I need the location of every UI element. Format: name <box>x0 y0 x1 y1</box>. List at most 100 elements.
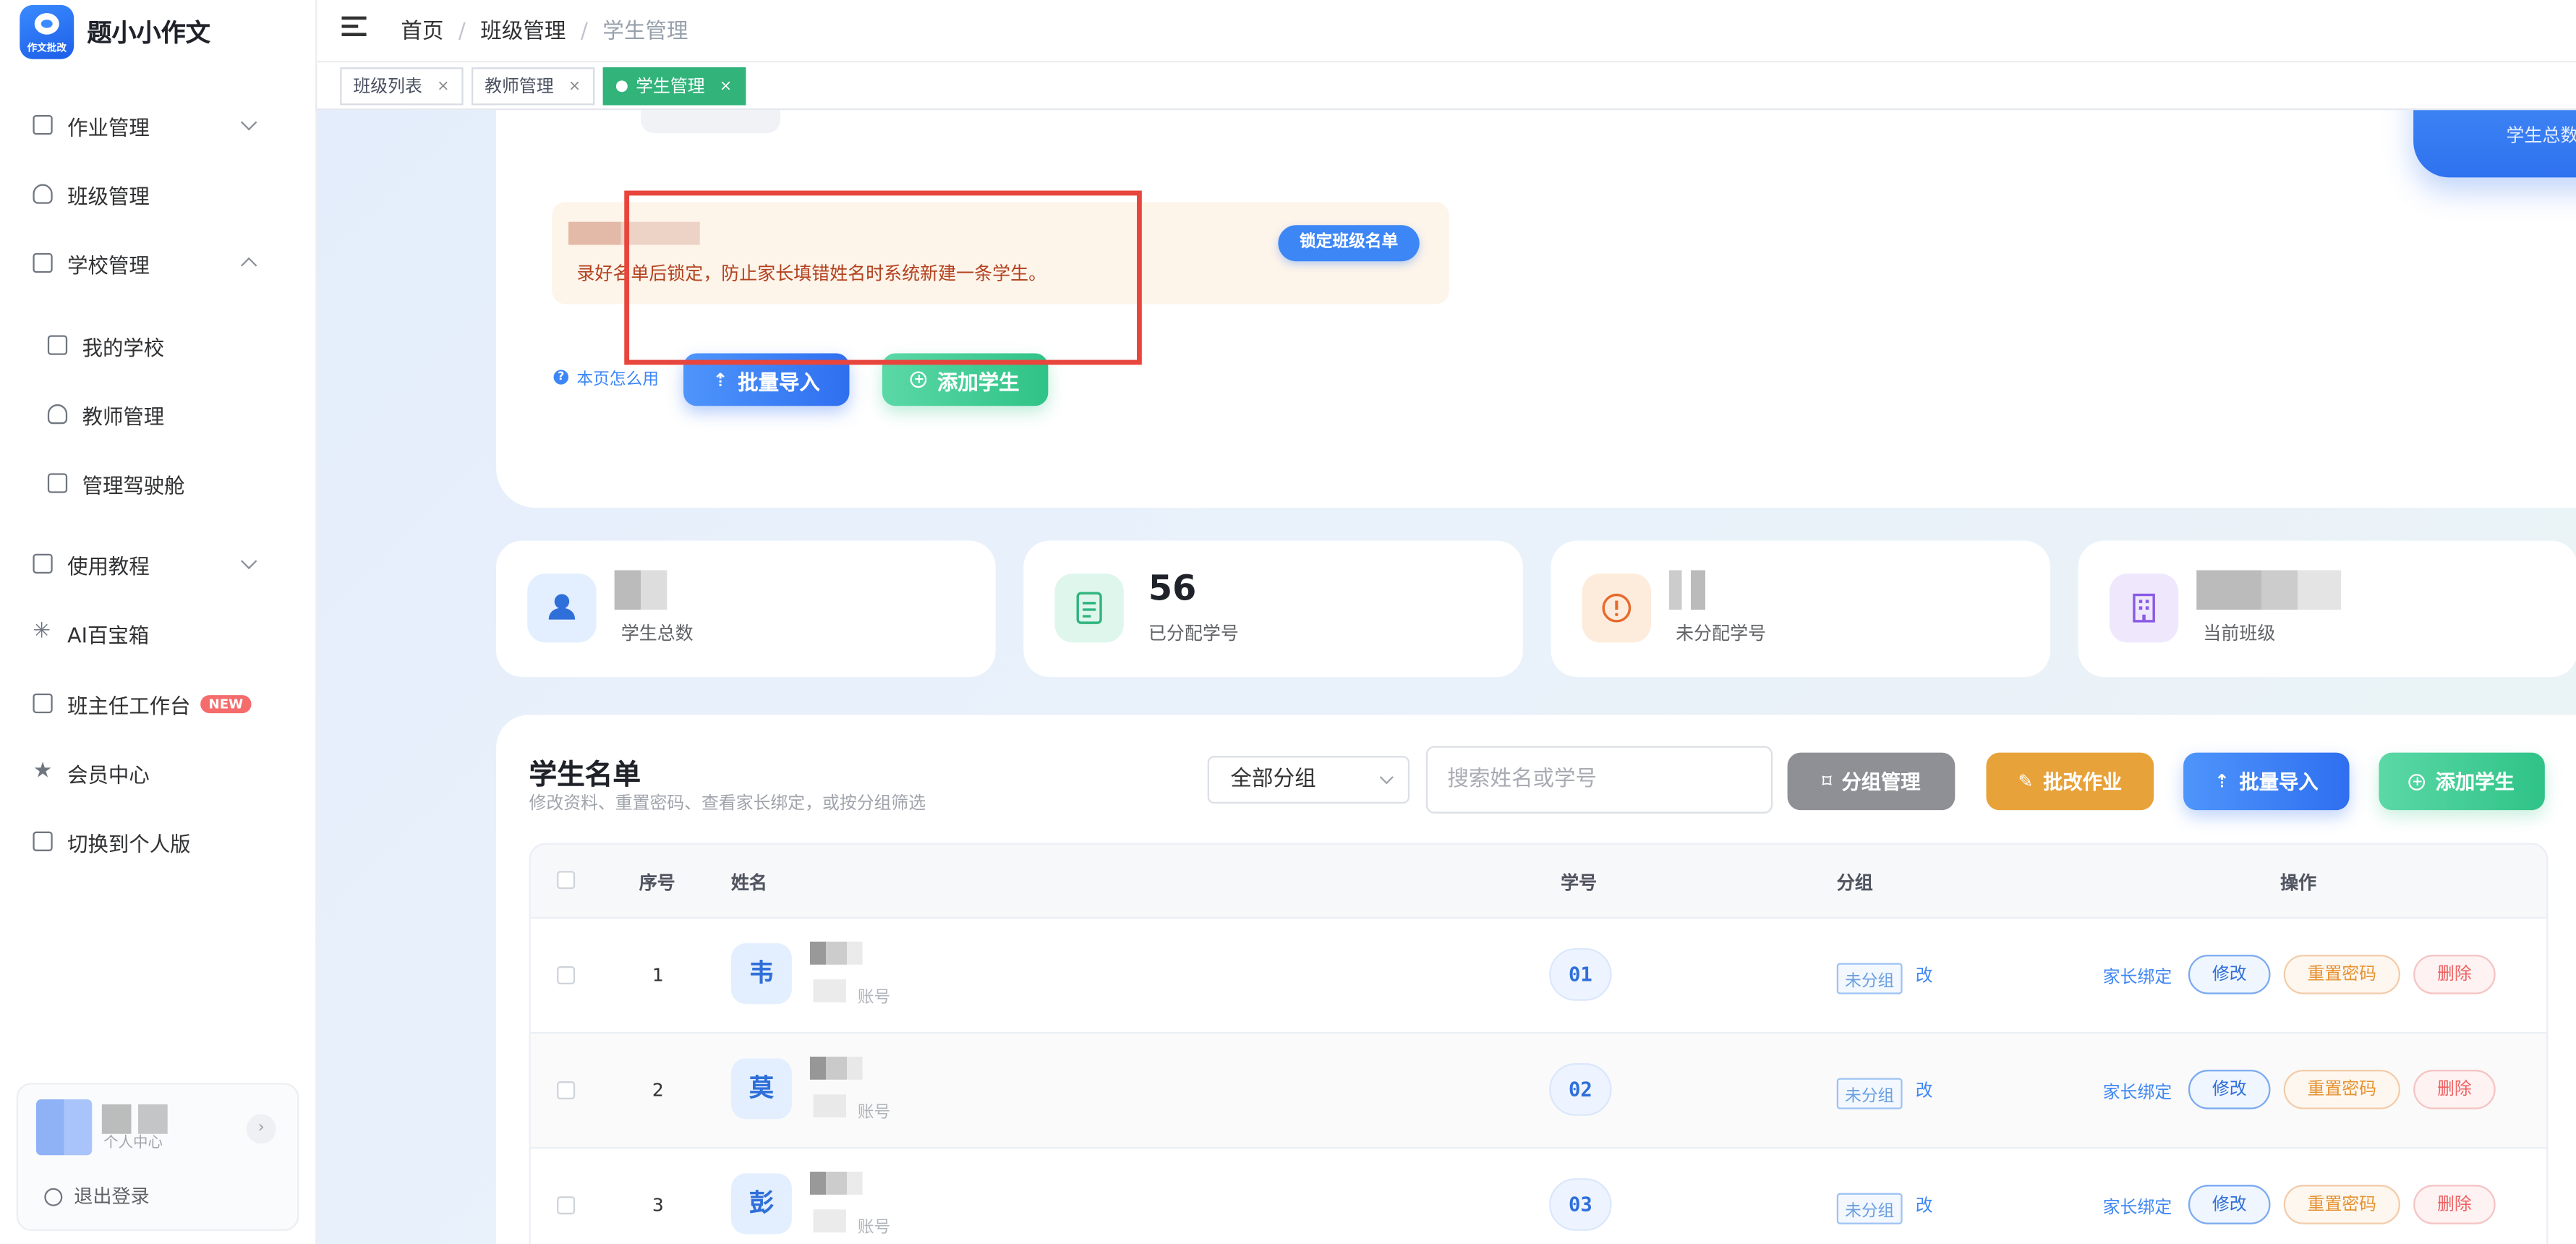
new-badge: NEW <box>200 694 252 712</box>
highlight-box <box>624 190 1142 365</box>
sidebar-item-switch-personal[interactable]: 切换到个人版 <box>0 814 317 869</box>
edit-icon: ✎ <box>2018 770 2034 793</box>
student-number: 01 <box>1549 948 1612 1001</box>
edit-button[interactable]: 修改 <box>2188 1070 2271 1109</box>
change-group-link[interactable]: 改 <box>1916 1193 1933 1218</box>
row-checkbox[interactable] <box>557 966 576 984</box>
account-label: 账号 <box>857 1104 891 1122</box>
table-row: 1 韦 账号 01 未分组 改 家长绑定 修改 重置密码 删除 <box>530 919 2547 1034</box>
close-icon[interactable]: × <box>568 78 581 95</box>
reset-password-button[interactable]: 重置密码 <box>2283 1070 2400 1109</box>
close-icon[interactable]: × <box>720 78 732 95</box>
row-index: 3 <box>652 1194 664 1217</box>
avatar <box>35 1099 93 1156</box>
tab-label: 教师管理 <box>485 77 554 98</box>
logout-label: 退出登录 <box>74 1185 150 1208</box>
sidebar-item-cockpit[interactable]: 管理驾驶舱 <box>0 455 317 511</box>
sidebar-item-tutorial[interactable]: 使用教程 <box>0 536 317 592</box>
parent-bind-link[interactable]: 家长绑定 <box>2103 965 2172 989</box>
group-filter-select[interactable]: 全部分组 <box>1207 756 1410 804</box>
plus-circle-icon: + <box>910 371 928 388</box>
delete-button[interactable]: 删除 <box>2413 1070 2496 1109</box>
delete-button[interactable]: 删除 <box>2413 1185 2496 1224</box>
search-input[interactable]: 搜索姓名或学号 <box>1425 746 1773 814</box>
breadcrumb-class[interactable]: 班级管理 <box>480 20 566 44</box>
active-dot-icon <box>615 80 628 93</box>
stat-card-current-class: 当前班级 <box>2078 540 2576 678</box>
tab-class-list[interactable]: 班级列表 × <box>340 67 463 106</box>
grade-homework-button[interactable]: ✎ 批改作业 <box>1986 752 2154 811</box>
tab-teachers[interactable]: 教师管理 × <box>471 67 594 106</box>
group-tag: 未分组 <box>1836 963 1903 994</box>
student-name-blurred <box>809 941 863 965</box>
stat-card-total: 学生总数 <box>496 540 996 678</box>
row-index: 2 <box>652 1079 664 1102</box>
reset-password-button[interactable]: 重置密码 <box>2283 955 2400 994</box>
sidebar-item-label: AI百宝箱 <box>67 621 150 647</box>
logout-button[interactable]: 退出登录 <box>44 1183 150 1209</box>
stat-value-blurred <box>2196 570 2342 610</box>
sidebar-item-teachers[interactable]: 教师管理 <box>0 386 317 442</box>
button-label: 添加学生 <box>937 369 1020 394</box>
account-label: 账号 <box>857 989 891 1007</box>
app-logo[interactable]: 作文批改 题小小作文 <box>20 4 210 59</box>
help-link[interactable]: ? 本页怎么用 <box>553 365 659 389</box>
stat-value: 56 <box>1148 568 1197 608</box>
list-add-student-button[interactable]: + 添加学生 <box>2379 752 2545 811</box>
edit-button[interactable]: 修改 <box>2188 955 2271 994</box>
sidebar-item-membership[interactable]: ★ 会员中心 <box>0 744 317 800</box>
stat-value-blurred <box>614 570 668 610</box>
sidebar-item-school[interactable]: 学校管理 <box>0 235 317 291</box>
delete-button[interactable]: 删除 <box>2413 955 2496 994</box>
power-icon <box>44 1187 63 1206</box>
profile-card[interactable]: 个人中心 › 退出登录 <box>16 1083 299 1231</box>
sidebar-item-teacher-desk[interactable]: 班主任工作台 NEW <box>0 676 317 731</box>
breadcrumb-home[interactable]: 首页 <box>401 20 443 44</box>
logo-icon: 作文批改 <box>20 4 74 59</box>
student-table: 序号 姓名 学号 分组 操作 1 韦 账号 01 未分组 改 家长绑定 修改 重… <box>529 843 2549 1244</box>
parent-bind-link[interactable]: 家长绑定 <box>2103 1195 2172 1219</box>
table-row: 2 莫 账号 02 未分组 改 家长绑定 修改 重置密码 删除 <box>530 1034 2547 1149</box>
group-manage-button[interactable]: ⌑ 分组管理 <box>1787 752 1956 811</box>
sidebar: 作文批改 题小小作文 作业管理 班级管理 学校管理 我的学校 教师管理 管理驾驶… <box>0 0 317 1244</box>
parent-bind-link[interactable]: 家长绑定 <box>2103 1080 2172 1104</box>
edit-button[interactable]: 修改 <box>2188 1185 2271 1224</box>
sidebar-item-homework[interactable]: 作业管理 <box>0 97 317 153</box>
user-icon <box>33 184 53 204</box>
change-group-link[interactable]: 改 <box>1916 1078 1933 1102</box>
account-blurred <box>813 1209 846 1233</box>
sidebar-item-label: 学校管理 <box>67 252 150 277</box>
app-title: 题小小作文 <box>87 17 210 48</box>
stat-card-assigned: 56 已分配学号 <box>1023 540 1523 678</box>
change-group-link[interactable]: 改 <box>1916 963 1933 987</box>
sidebar-item-class[interactable]: 班级管理 <box>0 166 317 221</box>
button-label: 添加学生 <box>2435 770 2515 794</box>
tab-students[interactable]: 学生管理 × <box>602 67 746 106</box>
chevron-down-icon <box>1379 770 1394 785</box>
student-avatar: 韦 <box>730 943 792 1005</box>
row-checkbox[interactable] <box>557 1196 576 1215</box>
list-batch-import-button[interactable]: ⇡ 批量导入 <box>2183 752 2350 811</box>
upload-icon: ⇡ <box>2214 770 2230 793</box>
chevron-right-icon[interactable]: › <box>246 1114 276 1144</box>
menu-toggle-icon[interactable] <box>341 16 367 36</box>
sidebar-item-label: 会员中心 <box>67 762 150 787</box>
sidebar-item-my-school[interactable]: 我的学校 <box>0 318 317 373</box>
close-icon[interactable]: × <box>437 78 449 95</box>
group-tag: 未分组 <box>1836 1193 1903 1224</box>
table-row: 3 彭 账号 03 未分组 改 家长绑定 修改 重置密码 删除 <box>531 1149 2546 1244</box>
row-checkbox[interactable] <box>557 1081 576 1100</box>
select-all-checkbox[interactable] <box>557 871 576 890</box>
reset-password-button[interactable]: 重置密码 <box>2283 1185 2400 1224</box>
table-header: 序号 姓名 学号 分组 操作 <box>530 844 2547 919</box>
sparkle-icon: ✳ <box>33 619 51 644</box>
sidebar-item-label: 使用教程 <box>67 553 150 578</box>
upload-icon: ⇡ <box>712 369 728 391</box>
document-icon <box>33 115 53 135</box>
chevron-down-icon <box>240 553 257 570</box>
sidebar-item-ai-toolbox[interactable]: ✳ AI百宝箱 <box>0 605 317 660</box>
sidebar-item-label: 作业管理 <box>67 114 150 139</box>
lock-roster-button[interactable]: 锁定班级名单 <box>1278 225 1420 262</box>
sidebar-item-label: 管理驾驶舱 <box>82 472 185 498</box>
profile-center-link[interactable]: 个人中心 <box>103 1130 163 1152</box>
